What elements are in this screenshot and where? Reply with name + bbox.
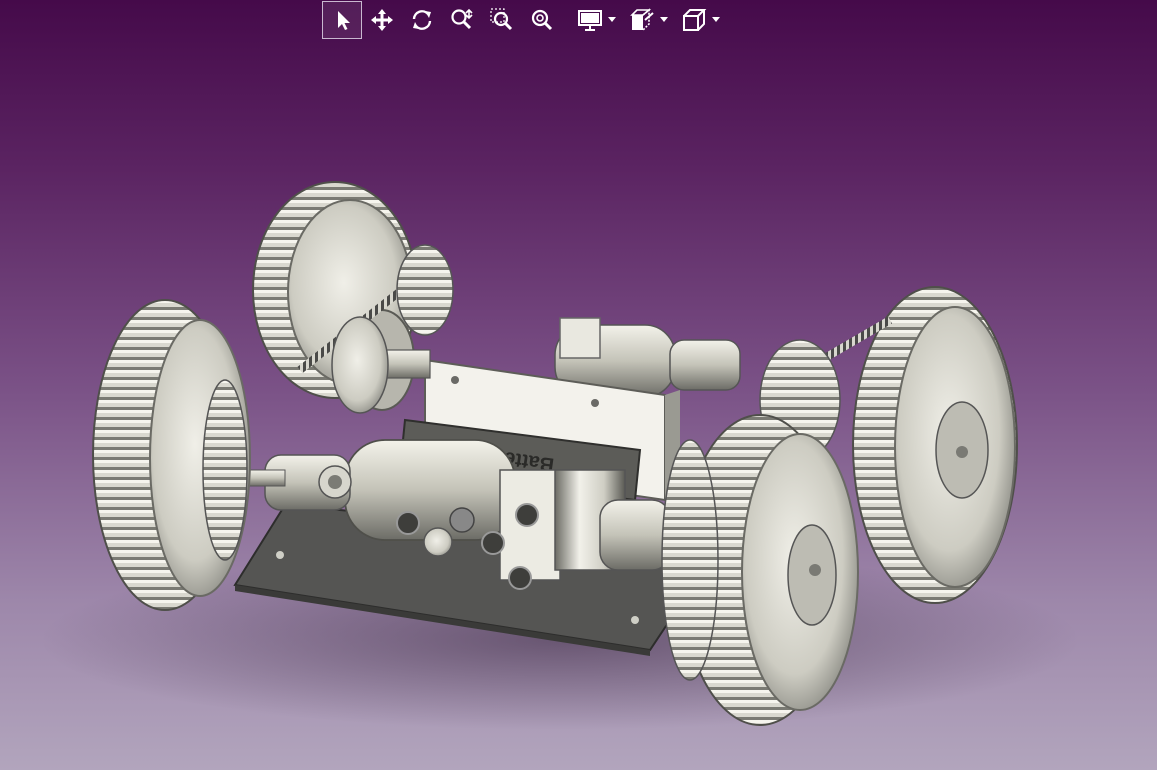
zoom-dynamic-button[interactable]: [442, 1, 482, 39]
wheel-front-right: [661, 414, 859, 726]
wheel-rear-right: [852, 286, 1018, 604]
3d-viewport[interactable]: Battery: [0, 40, 1157, 770]
wheel-front-left: [92, 299, 251, 611]
view-orientation-button[interactable]: [674, 1, 714, 39]
pulley-left: [396, 244, 454, 336]
display-mode-button[interactable]: [570, 1, 610, 39]
section-view-button[interactable]: [622, 1, 662, 39]
zoom-window-button[interactable]: [482, 1, 522, 39]
view-cube-icon: [683, 9, 707, 31]
board-screw: [591, 399, 599, 407]
rotate-icon: [412, 10, 432, 30]
standoff-bolt: [631, 616, 639, 624]
select-arrow-icon: [338, 11, 350, 30]
rotate-tool-button[interactable]: [402, 1, 442, 39]
board-screw: [451, 376, 459, 384]
section-view-icon: [630, 8, 654, 31]
bearing-housing: [331, 316, 389, 414]
zoom-window-icon: [490, 8, 513, 31]
pan-icon: [371, 9, 393, 31]
standoff-bolt: [276, 551, 284, 559]
zoom-fit-button[interactable]: [522, 1, 562, 39]
robot-chassis-model[interactable]: Battery: [0, 40, 1157, 770]
pan-tool-button[interactable]: [362, 1, 402, 39]
select-tool-button[interactable]: [322, 1, 362, 39]
view-toolbar: [322, 0, 726, 40]
zoom-dynamic-icon: [451, 8, 473, 30]
display-mode-icon: [578, 10, 602, 31]
zoom-fit-icon: [531, 9, 553, 31]
